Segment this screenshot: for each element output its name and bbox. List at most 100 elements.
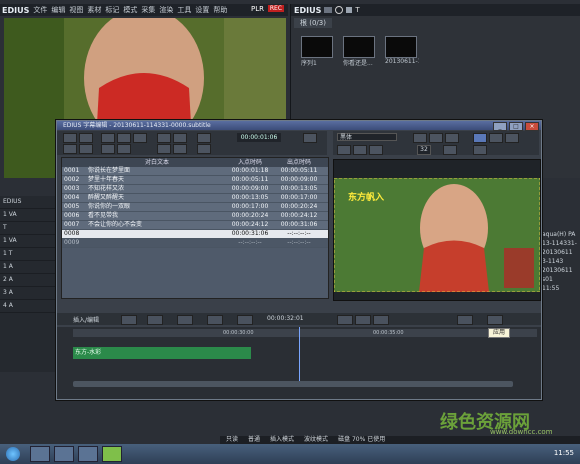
clock[interactable]: 11:55 bbox=[554, 449, 574, 457]
merge-icon[interactable] bbox=[101, 144, 115, 154]
track-header[interactable]: 1 VA bbox=[0, 209, 56, 222]
subtitle-clip[interactable]: 东方-水彩 bbox=[73, 347, 251, 359]
menu-edit[interactable]: 编辑 bbox=[51, 5, 65, 15]
italic-icon[interactable] bbox=[429, 133, 443, 143]
ie-icon[interactable] bbox=[30, 446, 50, 462]
menu-mode[interactable]: 模式 bbox=[123, 5, 137, 15]
align-center-icon[interactable] bbox=[489, 133, 503, 143]
spacing-icon[interactable] bbox=[443, 145, 457, 155]
row-in[interactable]: 00:00:05:11 bbox=[226, 176, 274, 184]
insert-edit-label[interactable]: 插入/编辑 bbox=[73, 315, 99, 324]
table-row[interactable]: 0001 你说长在梦里面 00:00:01:18 00:00:05:11 bbox=[62, 167, 328, 176]
folder-icon[interactable] bbox=[324, 7, 333, 13]
menu-tools[interactable]: 工具 bbox=[177, 5, 191, 15]
track-header[interactable]: 3 A bbox=[0, 287, 56, 300]
row-in[interactable]: 00:00:01:18 bbox=[226, 167, 274, 175]
row-text[interactable]: 梦里十年春天 bbox=[88, 176, 226, 184]
clip-thumbnail[interactable] bbox=[301, 36, 333, 58]
align-right-icon[interactable] bbox=[505, 133, 519, 143]
go-icon[interactable] bbox=[303, 133, 317, 143]
play-icon[interactable] bbox=[237, 315, 253, 325]
menu-settings[interactable]: 设置 bbox=[195, 5, 209, 15]
clip-thumbnail[interactable] bbox=[343, 36, 375, 58]
search-icon[interactable] bbox=[335, 6, 344, 14]
row-text[interactable]: 你说你的一双眼 bbox=[88, 203, 226, 211]
timeline-scrollbar[interactable] bbox=[73, 381, 513, 387]
font-size-field[interactable]: 32 bbox=[417, 145, 431, 155]
insert-icon[interactable] bbox=[157, 133, 171, 143]
undo-icon[interactable] bbox=[63, 133, 77, 143]
check-icon[interactable] bbox=[457, 315, 473, 325]
underline-icon[interactable] bbox=[445, 133, 459, 143]
row-out[interactable]: 00:00:31:06 bbox=[274, 221, 324, 229]
font-select[interactable]: 黑体 bbox=[337, 133, 397, 141]
add-icon[interactable] bbox=[346, 7, 353, 13]
table-row[interactable]: 0003 不知花样又浓 00:00:09:00 00:00:13:05 bbox=[62, 185, 328, 194]
plr-label[interactable]: PLR bbox=[251, 5, 264, 13]
bold-icon[interactable] bbox=[413, 133, 427, 143]
row-text[interactable]: 你说长在梦里面 bbox=[88, 167, 226, 175]
maximize-button[interactable]: □ bbox=[509, 122, 523, 131]
row-in[interactable]: 00:00:24:12 bbox=[226, 221, 274, 229]
row-in[interactable]: 00:00:20:24 bbox=[226, 212, 274, 220]
menu-view[interactable]: 视图 bbox=[69, 5, 83, 15]
border-icon[interactable] bbox=[353, 145, 367, 155]
row-text[interactable] bbox=[88, 239, 226, 247]
explorer-icon[interactable] bbox=[54, 446, 74, 462]
cut-icon[interactable] bbox=[101, 133, 115, 143]
table-row[interactable]: 0005 你说你的一双眼 00:00:17:00 00:00:20:24 bbox=[62, 203, 328, 212]
add-row-icon[interactable] bbox=[63, 144, 77, 154]
copy-icon[interactable] bbox=[117, 133, 131, 143]
preview-option-icon[interactable] bbox=[337, 315, 353, 325]
row-out[interactable]: 00:00:17:00 bbox=[274, 194, 324, 202]
row-text[interactable]: 醉醒又醉醒天 bbox=[88, 194, 226, 202]
find-icon[interactable] bbox=[157, 144, 171, 154]
close-button[interactable]: × bbox=[525, 122, 539, 131]
row-out[interactable]: --:--:--:-- bbox=[274, 239, 324, 247]
stop-icon[interactable] bbox=[177, 315, 193, 325]
edius-task-icon[interactable] bbox=[102, 446, 122, 462]
text-icon[interactable]: T bbox=[355, 6, 359, 14]
row-out[interactable]: 00:00:05:11 bbox=[274, 167, 324, 175]
row-in[interactable]: 00:00:17:00 bbox=[226, 203, 274, 211]
track-header[interactable]: 1 VA bbox=[0, 235, 56, 248]
row-in[interactable]: --:--:--:-- bbox=[226, 239, 274, 247]
row-in[interactable]: 00:00:31:06 bbox=[226, 230, 274, 238]
row-out[interactable]: 00:00:13:05 bbox=[274, 185, 324, 193]
transparency-icon[interactable] bbox=[473, 145, 487, 155]
track-header[interactable]: 4 A bbox=[0, 300, 56, 313]
import-icon[interactable] bbox=[197, 133, 211, 143]
menu-render[interactable]: 渲染 bbox=[159, 5, 173, 15]
shadow-icon[interactable] bbox=[369, 145, 383, 155]
split-icon[interactable] bbox=[117, 144, 131, 154]
clip-item[interactable]: 序列1 bbox=[301, 36, 335, 67]
rec-label[interactable]: REC bbox=[267, 5, 284, 12]
track-header[interactable]: 1 T bbox=[0, 248, 56, 261]
menu-marker[interactable]: 标记 bbox=[105, 5, 119, 15]
bottom-timecode[interactable]: 00:00:32:01 bbox=[267, 315, 304, 322]
minimize-button[interactable]: _ bbox=[493, 122, 507, 131]
start-button[interactable] bbox=[6, 447, 20, 461]
table-row-selected[interactable]: 0008 00:00:31:06 --:--:--:-- bbox=[62, 230, 328, 239]
clip-thumbnail[interactable] bbox=[385, 36, 417, 58]
color-icon[interactable] bbox=[337, 145, 351, 155]
toolbar-timecode[interactable]: 00:00:01:06 bbox=[237, 133, 281, 142]
row-text[interactable]: 看不见带我 bbox=[88, 212, 226, 220]
remove-row-icon[interactable] bbox=[79, 144, 93, 154]
clip-item[interactable]: 20130611-1... bbox=[385, 36, 419, 67]
menu-clip[interactable]: 素材 bbox=[87, 5, 101, 15]
record-icon[interactable] bbox=[207, 315, 223, 325]
row-text[interactable] bbox=[88, 230, 226, 238]
clip-item[interactable]: 你看还是... bbox=[343, 36, 377, 67]
apply-icon[interactable] bbox=[487, 315, 503, 325]
menu-file[interactable]: 文件 bbox=[33, 5, 47, 15]
row-out[interactable]: --:--:--:-- bbox=[274, 230, 324, 238]
row-out[interactable]: 00:00:20:24 bbox=[274, 203, 324, 211]
track-header[interactable]: 2 A bbox=[0, 274, 56, 287]
rewind-icon[interactable] bbox=[147, 315, 163, 325]
replace-icon[interactable] bbox=[173, 144, 187, 154]
row-in[interactable]: 00:00:09:00 bbox=[226, 185, 274, 193]
row-text[interactable]: 不会让你的心不会变 bbox=[88, 221, 226, 229]
table-row[interactable]: 0004 醉醒又醉醒天 00:00:13:05 00:00:17:00 bbox=[62, 194, 328, 203]
row-text[interactable]: 不知花样又浓 bbox=[88, 185, 226, 193]
